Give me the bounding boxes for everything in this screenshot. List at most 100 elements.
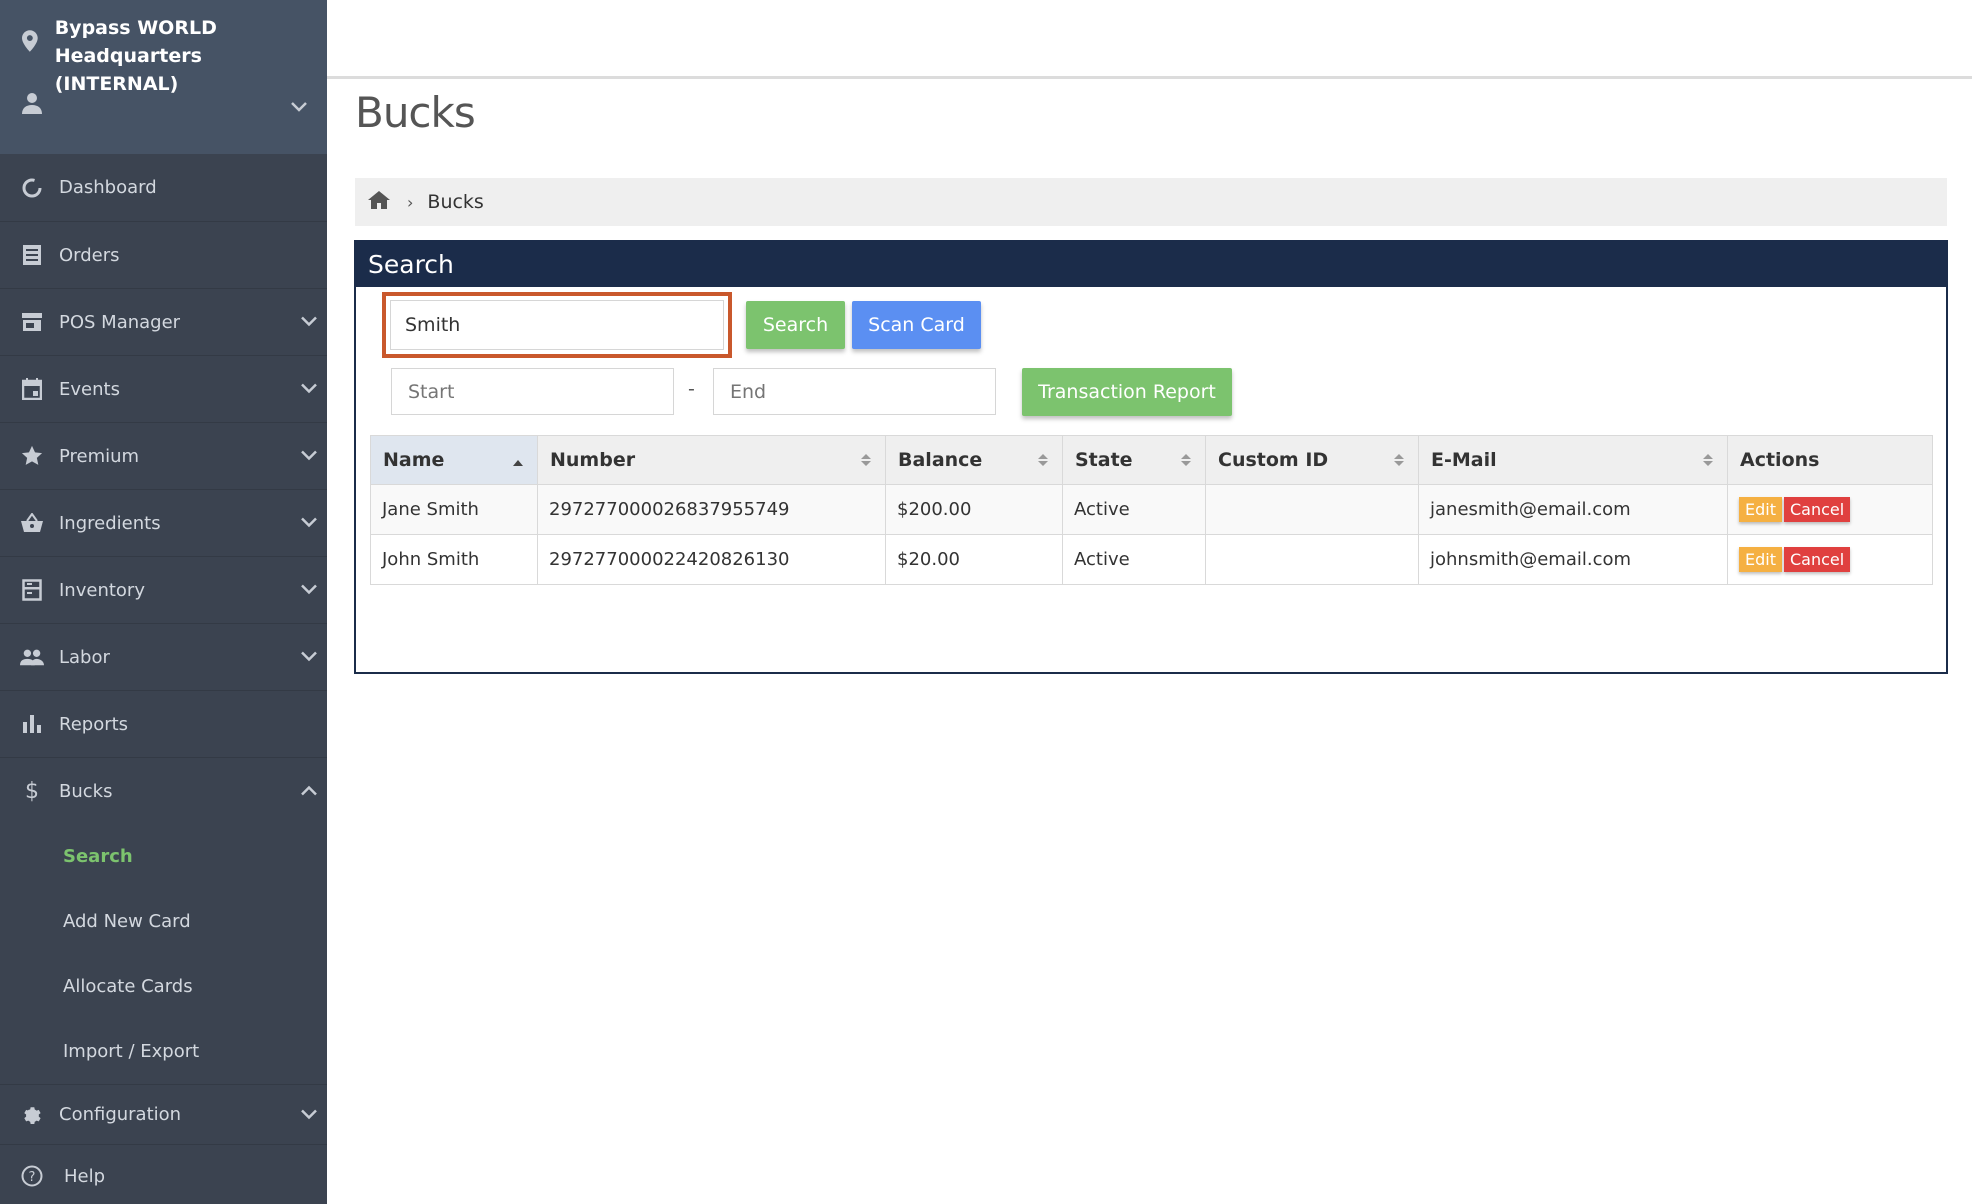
breadcrumb: › Bucks [355, 178, 1947, 226]
column-header-number[interactable]: Number [537, 435, 886, 485]
column-header-name[interactable]: Name [370, 435, 538, 485]
cancel-button[interactable]: Cancel [1783, 497, 1851, 522]
end-date-input[interactable] [713, 368, 996, 415]
column-header-label: Balance [898, 449, 983, 471]
search-input-highlight [382, 292, 732, 358]
cell-balance: $20.00 [885, 534, 1063, 585]
column-header-label: E-Mail [1431, 449, 1497, 471]
cell-balance: $200.00 [885, 484, 1063, 535]
sidebar-item-dashboard[interactable]: Dashboard [0, 154, 327, 221]
sidebar-item-help[interactable]: ? Help [0, 1144, 327, 1204]
table-row: John Smith 297277000022420826130 $20.00 … [370, 534, 1933, 585]
location-pin-icon [22, 30, 38, 52]
cell-name: John Smith [370, 534, 538, 585]
home-icon[interactable] [367, 190, 391, 214]
user-menu-chevron-down-icon[interactable] [290, 98, 308, 117]
cell-custom-id [1205, 484, 1419, 535]
date-range-separator: - [688, 378, 695, 400]
edit-button[interactable]: Edit [1739, 547, 1782, 572]
sidebar-subitem-label: Allocate Cards [63, 976, 193, 997]
search-panel: Search Search Scan Card - Transaction Re… [354, 240, 1948, 674]
sidebar-item-label: Help [64, 1165, 106, 1187]
column-header-balance[interactable]: Balance [885, 435, 1063, 485]
sidebar-item-label: Events [59, 378, 120, 400]
cell-actions: Edit Cancel [1727, 534, 1933, 585]
sidebar-item-configuration[interactable]: Configuration [0, 1084, 327, 1144]
column-header-label: Name [383, 449, 445, 471]
sidebar-subitem-label: Search [63, 846, 133, 867]
basket-icon [20, 511, 44, 535]
chevron-up-icon [300, 782, 318, 801]
people-icon [20, 645, 44, 669]
sidebar-subitem-allocate-cards[interactable]: Allocate Cards [0, 954, 327, 1019]
sidebar-subitem-label: Import / Export [63, 1041, 200, 1062]
transaction-report-button[interactable]: Transaction Report [1022, 368, 1232, 416]
column-header-label: Custom ID [1218, 449, 1329, 471]
sidebar-item-reports[interactable]: Reports [0, 690, 327, 757]
help-icon: ? [20, 1164, 44, 1188]
star-icon [20, 444, 44, 468]
sidebar-subitem-import-export[interactable]: Import / Export [0, 1019, 327, 1084]
breadcrumb-item-bucks: Bucks [427, 191, 484, 213]
start-date-input[interactable] [391, 368, 674, 415]
dollar-icon: $ [25, 778, 39, 804]
calendar-icon [20, 377, 44, 401]
sidebar-item-label: Bucks [59, 780, 113, 802]
search-button[interactable]: Search [746, 301, 845, 349]
sidebar-item-label: Dashboard [59, 177, 157, 198]
column-header-label: State [1075, 449, 1133, 471]
table-header-row: Name Number Balance State Custom ID E-Ma… [370, 435, 1933, 485]
cell-custom-id [1205, 534, 1419, 585]
sidebar-item-ingredients[interactable]: Ingredients [0, 489, 327, 556]
sort-icon [1038, 449, 1048, 471]
sidebar-item-events[interactable]: Events [0, 355, 327, 422]
sidebar-item-bucks[interactable]: $ Bucks [0, 757, 327, 824]
sidebar-item-label: Ingredients [59, 512, 161, 534]
sidebar-item-premium[interactable]: Premium [0, 422, 327, 489]
sidebar-subitem-add-new-card[interactable]: Add New Card [0, 889, 327, 954]
column-header-state[interactable]: State [1062, 435, 1206, 485]
sidebar-item-label: Reports [59, 713, 129, 735]
location-selector[interactable]: Bypass WORLD Headquarters (INTERNAL) [22, 14, 327, 98]
sidebar-item-pos-manager[interactable]: POS Manager [0, 288, 327, 355]
sidebar-item-label: Labor [59, 646, 110, 668]
sort-icon [861, 449, 871, 471]
chevron-down-icon [300, 648, 318, 667]
user-avatar-icon[interactable] [20, 91, 44, 119]
page-title: Bucks [355, 88, 476, 137]
cell-email: janesmith@email.com [1418, 484, 1728, 535]
sidebar-subitem-label: Add New Card [63, 911, 191, 932]
column-header-actions: Actions [1727, 435, 1933, 485]
sidebar-item-orders[interactable]: Orders [0, 221, 327, 288]
chevron-down-icon [300, 514, 318, 533]
gear-icon [20, 1103, 44, 1127]
chevron-down-icon [300, 313, 318, 332]
cell-name: Jane Smith [370, 484, 538, 535]
sidebar-subitem-search[interactable]: Search [0, 824, 327, 889]
scan-card-button[interactable]: Scan Card [852, 301, 981, 349]
sort-icon [1703, 449, 1713, 471]
search-input[interactable] [390, 300, 724, 350]
sidebar-header: Bypass WORLD Headquarters (INTERNAL) [0, 0, 327, 154]
dashboard-icon [20, 176, 44, 200]
chevron-down-icon [300, 380, 318, 399]
column-header-email[interactable]: E-Mail [1418, 435, 1728, 485]
column-header-label: Actions [1740, 449, 1820, 471]
sidebar-item-label: Inventory [59, 579, 145, 601]
sort-icon [1394, 449, 1404, 471]
sidebar-item-labor[interactable]: Labor [0, 623, 327, 690]
chevron-down-icon [300, 1105, 318, 1124]
sort-ascending-icon [513, 449, 523, 471]
svg-text:?: ? [29, 1170, 36, 1185]
inventory-icon [20, 578, 44, 602]
edit-button[interactable]: Edit [1739, 497, 1782, 522]
sidebar-item-label: POS Manager [59, 311, 181, 333]
location-name: Bypass WORLD Headquarters (INTERNAL) [55, 14, 327, 98]
bar-chart-icon [20, 712, 44, 736]
sidebar-item-inventory[interactable]: Inventory [0, 556, 327, 623]
cancel-button[interactable]: Cancel [1783, 547, 1851, 572]
sidebar: Bypass WORLD Headquarters (INTERNAL) Das… [0, 0, 327, 1204]
panel-title: Search [356, 242, 1946, 287]
column-header-custom-id[interactable]: Custom ID [1205, 435, 1419, 485]
pos-manager-icon [20, 310, 44, 334]
